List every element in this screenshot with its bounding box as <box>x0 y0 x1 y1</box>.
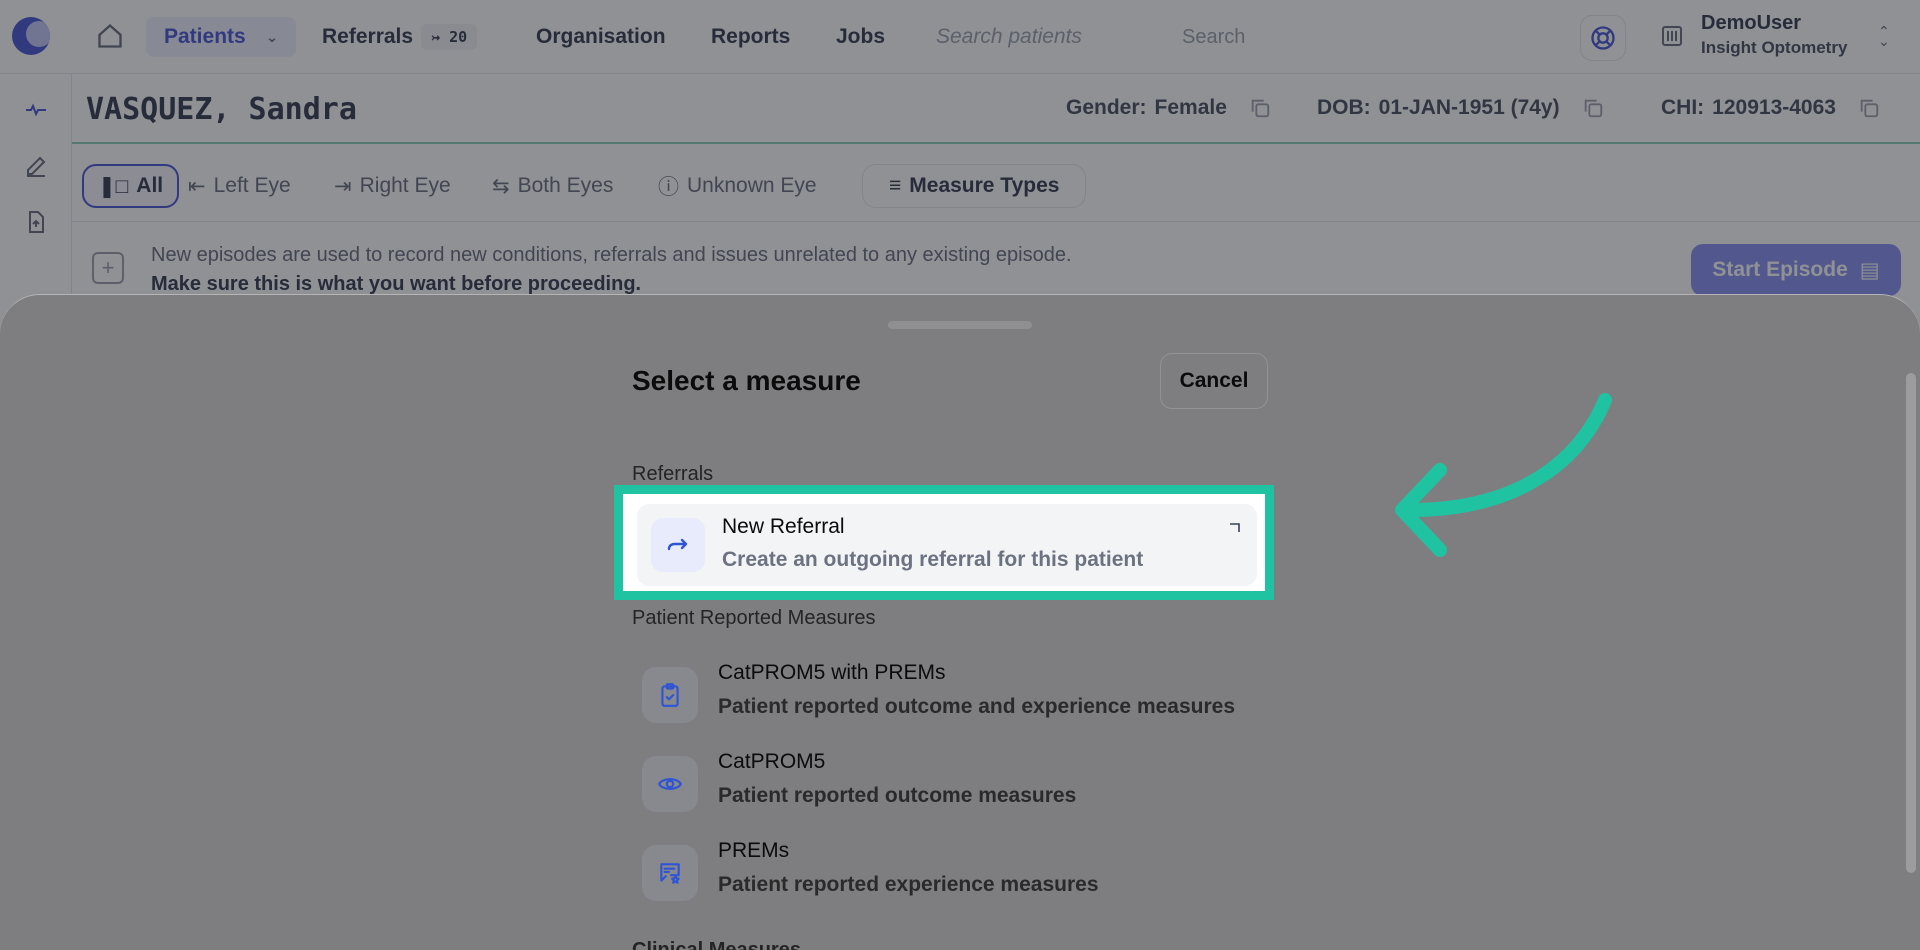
callout-arrow-icon <box>1395 393 1612 557</box>
measure-title: CatPROM5 with PREMs <box>718 661 946 684</box>
message-star-icon <box>660 863 680 884</box>
eye-icon <box>658 778 682 790</box>
section-patient-reported: Patient Reported Measures <box>632 607 876 629</box>
highlight-box: New Referral Create an outgoing referral… <box>614 485 1274 600</box>
section-clinical: Clinical Measures <box>632 939 801 950</box>
new-referral-item[interactable]: New Referral Create an outgoing referral… <box>637 504 1257 586</box>
referral-icon-tile <box>651 518 705 572</box>
measure-item-prems[interactable]: PREMs Patient reported experience measur… <box>642 839 1282 915</box>
measure-subtitle: Patient reported outcome and experience … <box>718 695 1236 718</box>
select-measure-sheet: Select a measure Cancel Referrals New Re… <box>0 294 1920 950</box>
clipboard-check-icon <box>661 683 679 707</box>
sheet-scrollbar[interactable] <box>1900 333 1920 950</box>
measure-title: CatPROM5 <box>718 750 826 773</box>
section-referrals: Referrals <box>632 463 714 485</box>
corner-bracket-icon <box>1230 523 1240 532</box>
scrollbar-thumb[interactable] <box>1906 373 1916 873</box>
measure-subtitle: Patient reported outcome measures <box>718 784 1077 807</box>
redirect-arrow-icon <box>667 538 688 551</box>
measure-item-catprom5-prems[interactable]: CatPROM5 with PREMs Patient reported out… <box>642 661 1282 737</box>
measure-title: PREMs <box>718 839 790 862</box>
cancel-button[interactable]: Cancel <box>1160 353 1268 409</box>
measure-icon-tile <box>642 845 698 901</box>
sheet-grabber[interactable] <box>888 321 1032 329</box>
measure-icon-tile <box>642 667 698 723</box>
referral-title: New Referral <box>722 515 845 538</box>
measure-subtitle: Patient reported experience measures <box>718 873 1099 896</box>
sheet-title: Select a measure <box>632 365 861 396</box>
referral-subtitle: Create an outgoing referral for this pat… <box>722 548 1144 571</box>
measure-item-catprom5[interactable]: CatPROM5 Patient reported outcome measur… <box>642 750 1282 826</box>
measure-icon-tile <box>642 756 698 812</box>
